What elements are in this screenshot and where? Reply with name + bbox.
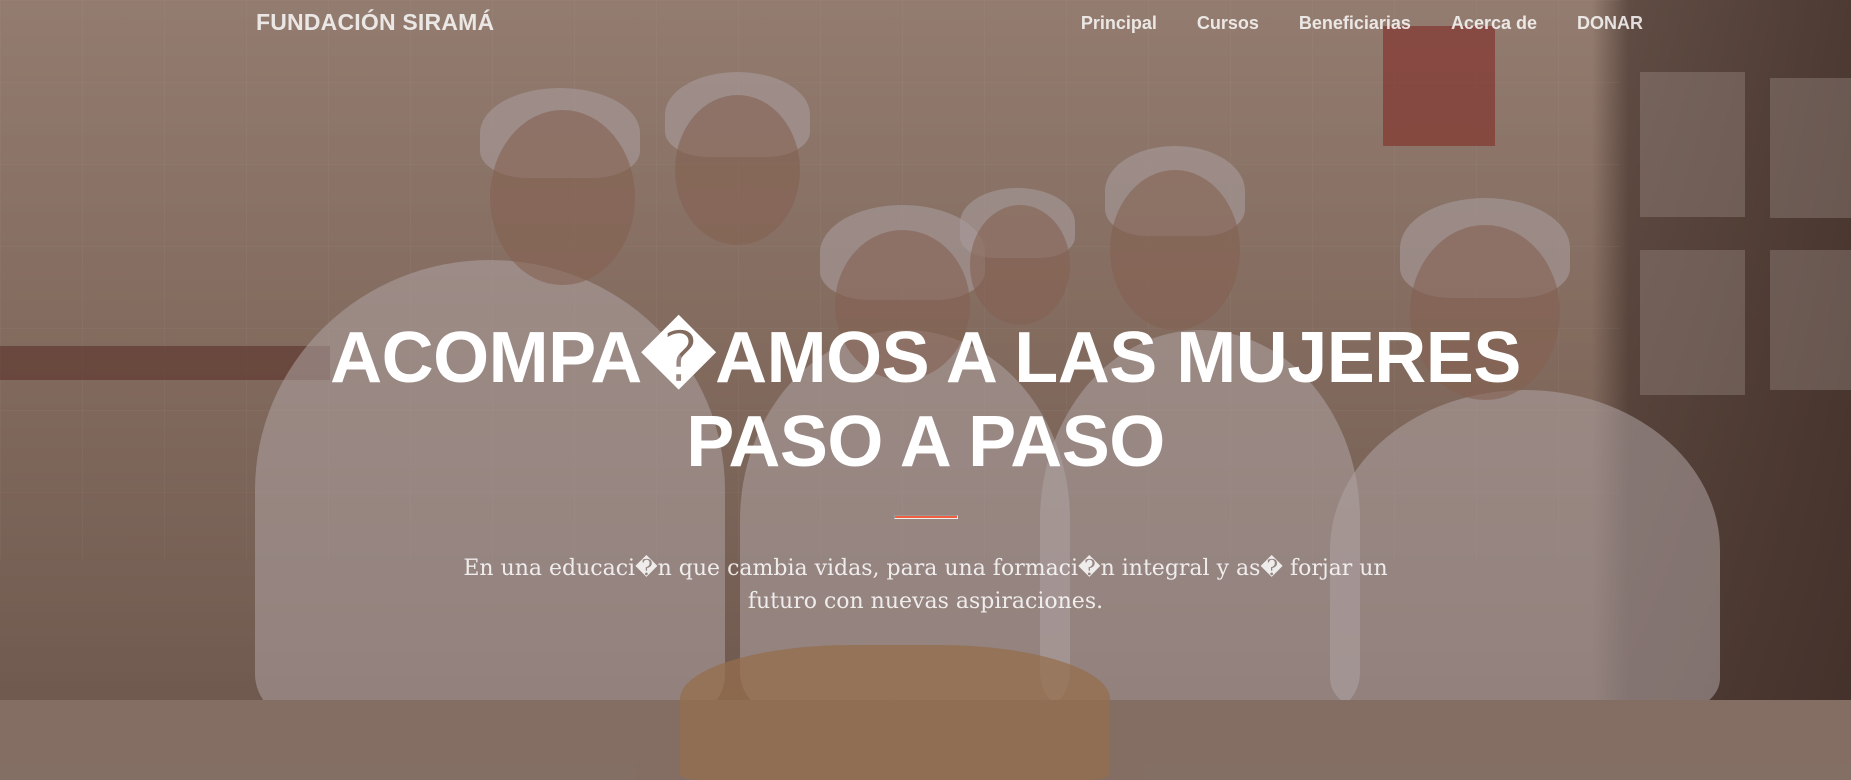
nav-link-cursos[interactable]: Cursos bbox=[1197, 13, 1259, 33]
nav-item-principal: Principal bbox=[1081, 13, 1157, 34]
nav-link-donar[interactable]: DONAR bbox=[1577, 13, 1643, 33]
hero-subtitle: En una educaci�n que cambia vidas, para … bbox=[463, 556, 1388, 614]
brand-logo-link[interactable]: FUNDACIÓN SIRAMÁ bbox=[256, 9, 494, 36]
hero-divider bbox=[893, 515, 958, 519]
nav-item-cursos: Cursos bbox=[1197, 13, 1259, 34]
hero-content: ACOMPA�AMOS A LAS MUJERES PASO A PASO En… bbox=[0, 316, 1851, 618]
nav-link-beneficiarias[interactable]: Beneficiarias bbox=[1299, 13, 1411, 33]
nav-item-donar: DONAR bbox=[1577, 13, 1643, 34]
top-navbar: FUNDACIÓN SIRAMÁ Principal Cursos Benefi… bbox=[0, 0, 1851, 46]
nav-links: Principal Cursos Beneficiarias Acerca de… bbox=[1081, 13, 1643, 34]
nav-item-beneficiarias: Beneficiarias bbox=[1299, 13, 1411, 34]
nav-link-acerca-de[interactable]: Acerca de bbox=[1451, 13, 1537, 33]
nav-item-acerca-de: Acerca de bbox=[1451, 13, 1537, 34]
nav-link-principal[interactable]: Principal bbox=[1081, 13, 1157, 33]
hero-title: ACOMPA�AMOS A LAS MUJERES PASO A PASO bbox=[330, 318, 1521, 482]
